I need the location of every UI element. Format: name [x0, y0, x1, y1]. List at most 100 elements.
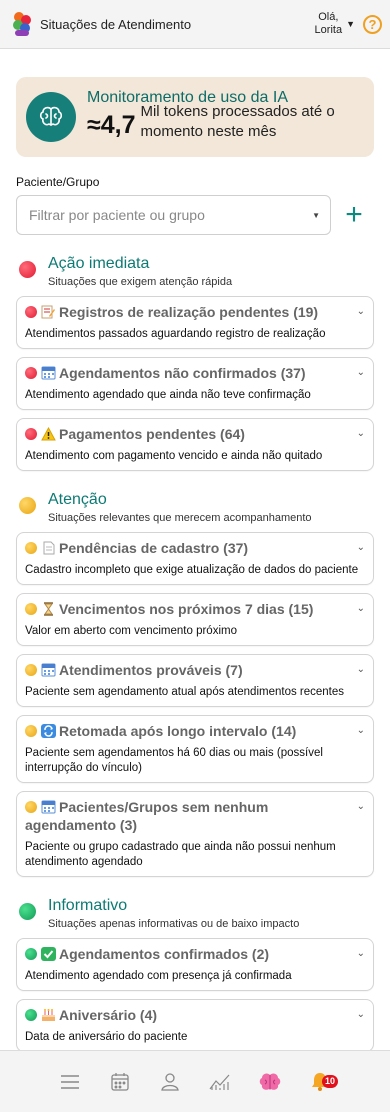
section-header: Atenção Situações relevantes que merecem … [16, 491, 374, 524]
card-title: Pendências de cadastro (37) [59, 540, 249, 556]
card-title: Atendimentos prováveis (7) [59, 662, 243, 678]
chart-icon[interactable] [195, 1067, 245, 1097]
help-button[interactable]: ? [363, 14, 382, 34]
repeat-icon [41, 723, 59, 739]
chevron-down-icon[interactable]: ⌄ [357, 428, 365, 439]
notifications-bell-icon[interactable]: 10 [295, 1067, 345, 1097]
card-description: Valor em aberto com vencimento próximo [25, 625, 237, 637]
menu-icon[interactable] [45, 1067, 95, 1097]
section-0: Ação imediata Situações que exigem atençã… [16, 255, 374, 471]
check-icon [41, 946, 59, 962]
status-dot-icon [25, 664, 37, 676]
card-title: Agendamentos não confirmados (37) [59, 365, 306, 381]
status-dot-icon [25, 367, 37, 379]
ai-brain-nav-icon[interactable] [245, 1067, 295, 1097]
add-button[interactable]: + [334, 195, 374, 235]
chevron-down-icon[interactable]: ⌄ [357, 367, 365, 378]
caret-down-icon[interactable]: ▼ [346, 19, 355, 29]
card-description: Atendimento agendado com presença já con… [25, 970, 292, 982]
card-description: Atendimento agendado que ainda não teve … [25, 389, 311, 401]
bottom-nav: 10 [0, 1050, 390, 1112]
status-dot-icon [25, 725, 37, 737]
card-title: Vencimentos nos próximos 7 dias (15) [59, 601, 314, 617]
card-description: Atendimento com pagamento vencido e aind… [25, 450, 323, 462]
status-circle-icon [19, 497, 36, 514]
user-name: Lorita [314, 24, 343, 36]
chevron-down-icon[interactable]: ⌄ [357, 1009, 365, 1020]
chevron-down-icon[interactable]: ⌄ [357, 542, 365, 553]
card-description: Atendimentos passados aguardando registr… [25, 328, 326, 340]
status-dot-icon [25, 428, 37, 440]
card-description: Data de aniversário do paciente [25, 1031, 188, 1043]
status-circle-icon [19, 261, 36, 278]
card-title: Pacientes/Grupos sem nenhum agendamento … [25, 799, 269, 833]
section-header: Ação imediata Situações que exigem atençã… [16, 255, 374, 288]
user-icon[interactable] [145, 1067, 195, 1097]
memo-icon [41, 304, 59, 320]
dropdown-arrow-icon: ▼ [312, 210, 320, 220]
status-dot-icon [25, 542, 37, 554]
chevron-down-icon[interactable]: ⌄ [357, 603, 365, 614]
hourglass-icon [41, 601, 59, 617]
section-header: Informativo Situações apenas informativas… [16, 897, 374, 930]
card-description: Paciente sem agendamentos há 60 dias ou … [25, 747, 323, 774]
page-title: Situações de Atendimento [40, 16, 192, 32]
situation-card[interactable]: Aniversário (4) ⌄ Data de aniversário do p… [16, 999, 374, 1052]
ai-token-value: ≈4,7 [87, 110, 136, 139]
situation-card[interactable]: Pagamentos pendentes (64) ⌄ Atendimento co… [16, 418, 374, 471]
brain-icon [26, 92, 76, 142]
situation-card[interactable]: Registros de realização pendentes (19) ⌄ A… [16, 296, 374, 349]
situation-card[interactable]: Agendamentos confirmados (2) ⌄ Atendimento… [16, 938, 374, 991]
calendar-icon [41, 662, 59, 678]
chevron-down-icon[interactable]: ⌄ [357, 801, 365, 812]
situation-card[interactable]: Vencimentos nos próximos 7 dias (15) ⌄ Val… [16, 593, 374, 646]
calendar-icon [41, 799, 59, 815]
chevron-down-icon[interactable]: ⌄ [357, 948, 365, 959]
status-dot-icon [25, 603, 37, 615]
card-title: Registros de realização pendentes (19) [59, 304, 319, 320]
section-2: Informativo Situações apenas informativas… [16, 897, 374, 1052]
page-icon [41, 540, 59, 556]
section-1: Atenção Situações relevantes que merecem … [16, 491, 374, 877]
section-title: Atenção [48, 491, 107, 508]
app-root: Situações de Atendimento Olá, Lorita ▼ ?… [0, 0, 390, 1112]
notification-badge: 10 [322, 1074, 339, 1088]
situation-card[interactable]: Pacientes/Grupos sem nenhum agendamento … [16, 791, 374, 877]
chevron-down-icon[interactable]: ⌄ [357, 725, 365, 736]
cake-icon [41, 1007, 59, 1023]
card-title: Aniversário (4) [59, 1007, 158, 1023]
warning-icon [41, 426, 59, 442]
card-description: Paciente sem agendamento atual após aten… [25, 686, 345, 698]
filter-label: Paciente/Grupo [16, 175, 100, 189]
card-title: Retomada após longo intervalo (14) [59, 723, 297, 739]
card-description: Paciente ou grupo cadastrado que ainda n… [25, 841, 336, 868]
situation-card[interactable]: Agendamentos não confirmados (37) ⌄ Atendi… [16, 357, 374, 410]
ai-usage-card: Monitoramento de uso da IA ≈4,7 Mil toke… [16, 77, 374, 157]
calendar-icon [41, 365, 59, 381]
chevron-down-icon[interactable]: ⌄ [357, 664, 365, 675]
situation-card[interactable]: Retomada após longo intervalo (14) ⌄ Pacie… [16, 715, 374, 783]
section-title: Informativo [48, 897, 128, 914]
card-title: Pagamentos pendentes (64) [59, 426, 245, 442]
user-menu[interactable]: Olá, Lorita [315, 11, 343, 37]
filter-placeholder: Filtrar por paciente ou grupo [29, 207, 205, 223]
situation-card[interactable]: Atendimentos prováveis (7) ⌄ Paciente sem … [16, 654, 374, 707]
status-dot-icon [25, 1009, 37, 1021]
status-dot-icon [25, 801, 37, 813]
section-subtitle: Situações relevantes que merecem acompan… [48, 512, 312, 524]
status-circle-icon [19, 903, 36, 920]
situation-card[interactable]: Pendências de cadastro (37) ⌄ Cadastro inc… [16, 532, 374, 585]
greeting-text: Olá, [318, 11, 339, 23]
section-subtitle: Situações que exigem atenção rápida [48, 276, 233, 288]
patient-group-filter[interactable]: Filtrar por paciente ou grupo ▼ [16, 195, 331, 235]
calendar-nav-icon[interactable] [95, 1067, 145, 1097]
section-subtitle: Situações apenas informativas ou de baix… [48, 918, 300, 930]
chevron-down-icon[interactable]: ⌄ [357, 306, 365, 317]
section-title: Ação imediata [48, 255, 150, 272]
app-logo-icon [11, 11, 33, 37]
status-dot-icon [25, 306, 37, 318]
main-content: Monitoramento de uso da IA ≈4,7 Mil toke… [0, 49, 390, 1052]
ai-token-description: Mil tokens processados até o momento nes… [140, 102, 335, 140]
status-dot-icon [25, 948, 37, 960]
top-bar: Situações de Atendimento Olá, Lorita ▼ ? [0, 0, 390, 49]
